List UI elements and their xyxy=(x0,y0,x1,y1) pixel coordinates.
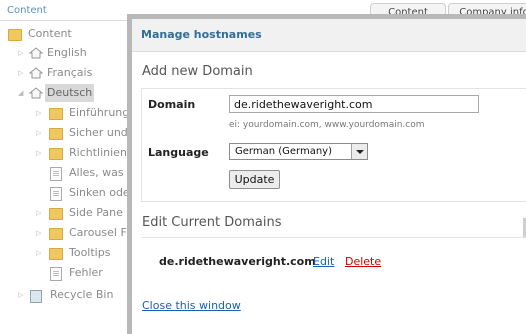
tree-label: Alles, was xyxy=(69,166,124,179)
content-header-title: Content xyxy=(7,5,47,16)
folder-icon xyxy=(8,29,22,41)
folder-icon xyxy=(49,228,63,240)
update-button[interactable]: Update xyxy=(229,170,280,189)
home-icon xyxy=(29,67,43,79)
chevron-down-icon[interactable] xyxy=(351,144,367,159)
home-icon xyxy=(29,87,43,99)
tree-label: Deutsch xyxy=(45,84,95,102)
folder-icon xyxy=(49,108,63,120)
folder-icon xyxy=(49,148,63,160)
tree-label: Einführung xyxy=(69,106,130,119)
tree-label: Richtlinien xyxy=(69,146,127,159)
tree-label: Français xyxy=(47,66,93,79)
expand-icon[interactable]: ▷ xyxy=(18,44,26,62)
dialog-titlebar: Manage hostnames xyxy=(132,19,526,52)
domain-input[interactable] xyxy=(229,95,479,113)
expand-icon[interactable]: ▷ xyxy=(36,244,44,262)
recycle-bin-icon xyxy=(30,290,42,303)
home-icon xyxy=(29,47,43,59)
add-domain-panel: Domain ei: yourdomain.com, www.yourdomai… xyxy=(141,88,526,202)
current-domains-panel: de.ridethewaveright.com Edit Delete xyxy=(141,237,526,294)
folder-icon xyxy=(49,128,63,140)
document-icon xyxy=(50,167,62,181)
language-label: Language xyxy=(148,146,209,159)
folder-icon xyxy=(49,208,63,220)
edit-domain-link[interactable]: Edit xyxy=(313,255,334,268)
tree-label: English xyxy=(47,46,87,59)
close-window-link[interactable]: Close this window xyxy=(142,299,241,312)
domain-hint: ei: yourdomain.com, www.yourdomain.com xyxy=(229,120,425,130)
tree-label: Sinken ode xyxy=(69,186,130,199)
delete-domain-link[interactable]: Delete xyxy=(345,255,381,268)
tree-label: Fehler xyxy=(69,266,103,279)
tree-label: Content xyxy=(28,27,72,40)
document-icon xyxy=(50,187,62,201)
edit-domains-heading: Edit Current Domains xyxy=(142,215,282,230)
folder-icon xyxy=(49,248,63,260)
add-domain-heading: Add new Domain xyxy=(142,64,253,79)
tree-label: Tooltips xyxy=(69,246,111,259)
manage-hostnames-dialog: Manage hostnames Add new Domain Domain e… xyxy=(127,14,526,334)
tree-label: Carousel F xyxy=(69,226,127,239)
domain-label: Domain xyxy=(148,98,196,111)
expand-icon[interactable]: ▷ xyxy=(36,204,44,222)
document-icon xyxy=(50,267,62,281)
expand-icon[interactable]: ▷ xyxy=(18,64,26,82)
dialog-title: Manage hostnames xyxy=(141,28,262,41)
language-selected-value: German (Germany) xyxy=(235,146,332,157)
tree-label: Sicher und xyxy=(69,126,128,139)
collapse-icon[interactable]: ◢ xyxy=(18,84,26,102)
expand-icon[interactable]: ▷ xyxy=(36,124,44,142)
expand-icon[interactable]: ▷ xyxy=(36,144,44,162)
expand-icon[interactable]: ▷ xyxy=(36,104,44,122)
expand-icon[interactable]: ▷ xyxy=(36,224,44,242)
language-select[interactable]: German (Germany) xyxy=(229,143,368,160)
expand-icon[interactable]: ▷ xyxy=(18,286,26,304)
current-domain-name: de.ridethewaveright.com xyxy=(159,255,316,268)
tree-label: Recycle Bin xyxy=(50,288,114,301)
tree-label: Side Pane xyxy=(69,206,123,219)
